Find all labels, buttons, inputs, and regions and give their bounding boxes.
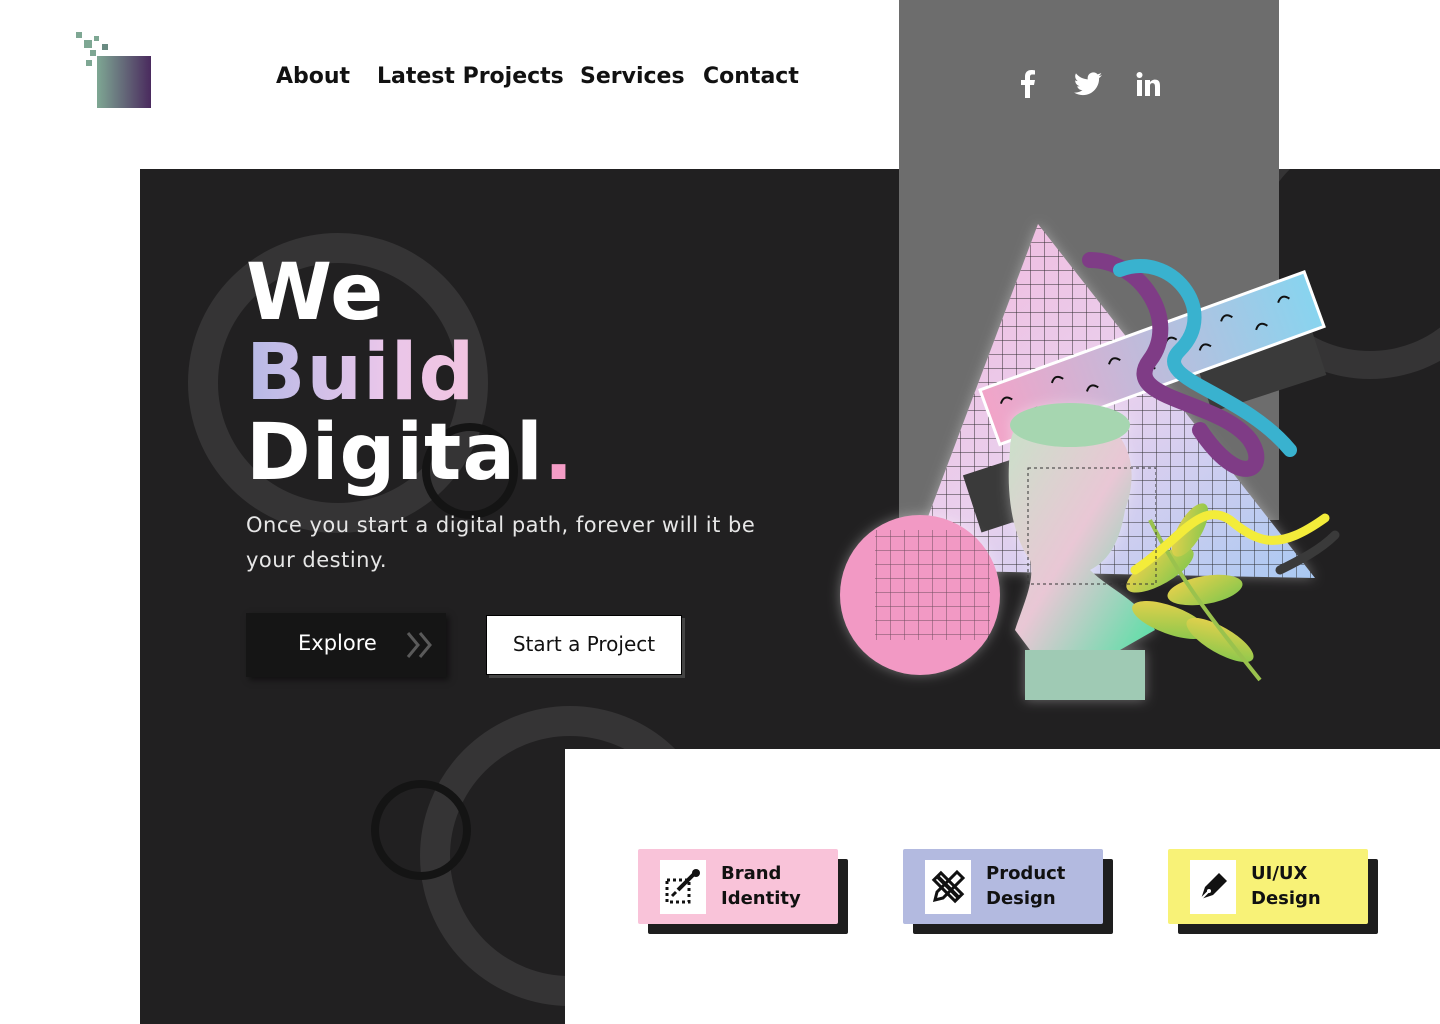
hero-collage-illustration — [820, 200, 1350, 720]
headline-accent-dot: . — [543, 408, 575, 498]
service-card-uiux-design[interactable]: UI/UX Design — [1168, 849, 1378, 934]
pen-tool-icon — [1190, 860, 1236, 914]
card-label-line2: Identity — [721, 888, 801, 909]
facebook-icon[interactable] — [1010, 66, 1046, 102]
card-label-line1: UI/UX — [1251, 863, 1308, 884]
nav-latest-projects[interactable]: Latest Projects — [377, 64, 564, 89]
nav-about[interactable]: About — [276, 64, 350, 89]
explore-button[interactable]: Explore — [246, 613, 446, 677]
card-label-line1: Product — [986, 863, 1066, 884]
nav-services[interactable]: Services — [580, 64, 685, 89]
hero-subtitle: Once you start a digital path, forever w… — [246, 513, 756, 572]
card-label-line2: Design — [986, 888, 1056, 909]
card-label: Product Design — [986, 861, 1096, 911]
double-chevron-right-icon — [406, 632, 432, 658]
product-design-icon — [925, 860, 971, 914]
service-card-product-design[interactable]: Product Design — [903, 849, 1113, 934]
linkedin-icon[interactable] — [1131, 66, 1167, 102]
headline-digital-text: Digital — [246, 408, 544, 498]
card-label: Brand Identity — [721, 861, 831, 911]
headline-line-digital: Digital. — [246, 414, 574, 492]
card-label: UI/UX Design — [1251, 861, 1361, 911]
twitter-icon[interactable] — [1070, 66, 1106, 102]
headline-line-build: Build — [246, 328, 476, 418]
card-label-line1: Brand — [721, 863, 782, 884]
start-project-button[interactable]: Start a Project — [486, 615, 682, 675]
service-card-brand-identity[interactable]: Brand Identity — [638, 849, 848, 934]
brand-identity-icon — [660, 860, 706, 914]
nav-contact[interactable]: Contact — [703, 64, 799, 89]
decor-ring-bottom-small — [371, 780, 471, 880]
explore-label: Explore — [298, 631, 377, 655]
top-navigation: About Latest Projects Services Contact — [0, 0, 900, 140]
headline-line-we: We — [246, 248, 385, 338]
card-label-line2: Design — [1251, 888, 1321, 909]
